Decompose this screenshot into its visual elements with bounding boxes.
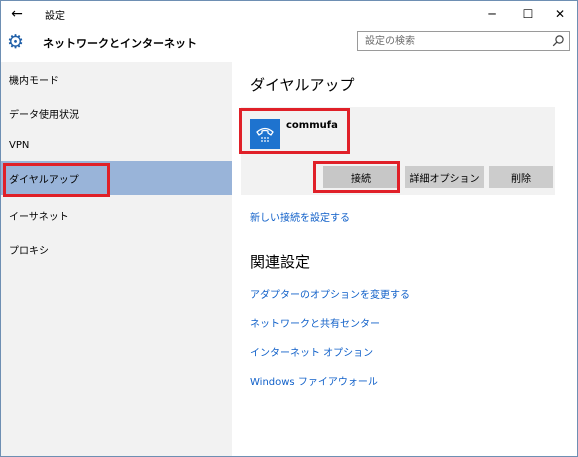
internet-options-link[interactable]: インターネット オプション: [250, 344, 373, 359]
search-input[interactable]: [358, 32, 545, 50]
sidebar-item-airplane-mode[interactable]: 機内モード: [1, 62, 232, 96]
section-title: ダイヤルアップ: [250, 76, 355, 94]
sidebar-item-label: 機内モード: [9, 76, 59, 87]
maximize-icon[interactable]: ☐: [511, 1, 545, 27]
page-title: ネットワークとインターネット: [43, 37, 197, 50]
windows-firewall-link[interactable]: Windows ファイアウォール: [250, 373, 378, 388]
search-box[interactable]: [357, 31, 570, 51]
sidebar-item-label: データ使用状況: [9, 110, 79, 121]
sidebar: 機内モード データ使用状況 VPN ダイヤルアップ イーサネット プロキシ: [1, 62, 232, 456]
sidebar-item-label: ダイヤルアップ: [9, 175, 79, 186]
delete-button[interactable]: 削除: [489, 166, 553, 188]
dialup-connection-card[interactable]: commufa 接続 詳細オプション 削除: [241, 107, 555, 195]
window-title: 設定: [45, 11, 65, 22]
advanced-options-button[interactable]: 詳細オプション: [405, 166, 484, 188]
related-settings-title: 関連設定: [250, 253, 311, 271]
sidebar-item-proxy[interactable]: プロキシ: [1, 232, 232, 266]
minimize-icon[interactable]: ─: [475, 1, 509, 27]
sidebar-item-label: イーサネット: [9, 212, 69, 223]
close-icon[interactable]: ✕: [543, 1, 577, 27]
sidebar-item-ethernet[interactable]: イーサネット: [1, 198, 232, 232]
connect-button[interactable]: 接続: [323, 166, 399, 188]
title-bar: ← 設定 ─ ☐ ✕: [1, 1, 577, 27]
back-arrow-icon[interactable]: ←: [1, 1, 33, 27]
gear-icon: ⚙: [7, 31, 25, 53]
adapter-options-link[interactable]: アダプターのオプションを変更する: [250, 286, 410, 301]
sidebar-item-dialup[interactable]: ダイヤルアップ: [1, 161, 232, 195]
sidebar-item-label: VPN: [9, 140, 30, 151]
sidebar-item-vpn[interactable]: VPN: [1, 130, 232, 164]
network-sharing-center-link[interactable]: ネットワークと共有センター: [250, 315, 380, 330]
search-icon[interactable]: [551, 34, 565, 48]
sidebar-item-label: プロキシ: [9, 246, 49, 257]
sidebar-item-data-usage[interactable]: データ使用状況: [1, 96, 232, 130]
new-connection-link[interactable]: 新しい接続を設定する: [250, 209, 350, 224]
phone-icon: [250, 119, 280, 149]
connection-name: commufa: [286, 120, 338, 131]
settings-window: ← 設定 ─ ☐ ✕ ⚙ ネットワークとインターネット 機内モード データ使用状…: [0, 0, 578, 457]
